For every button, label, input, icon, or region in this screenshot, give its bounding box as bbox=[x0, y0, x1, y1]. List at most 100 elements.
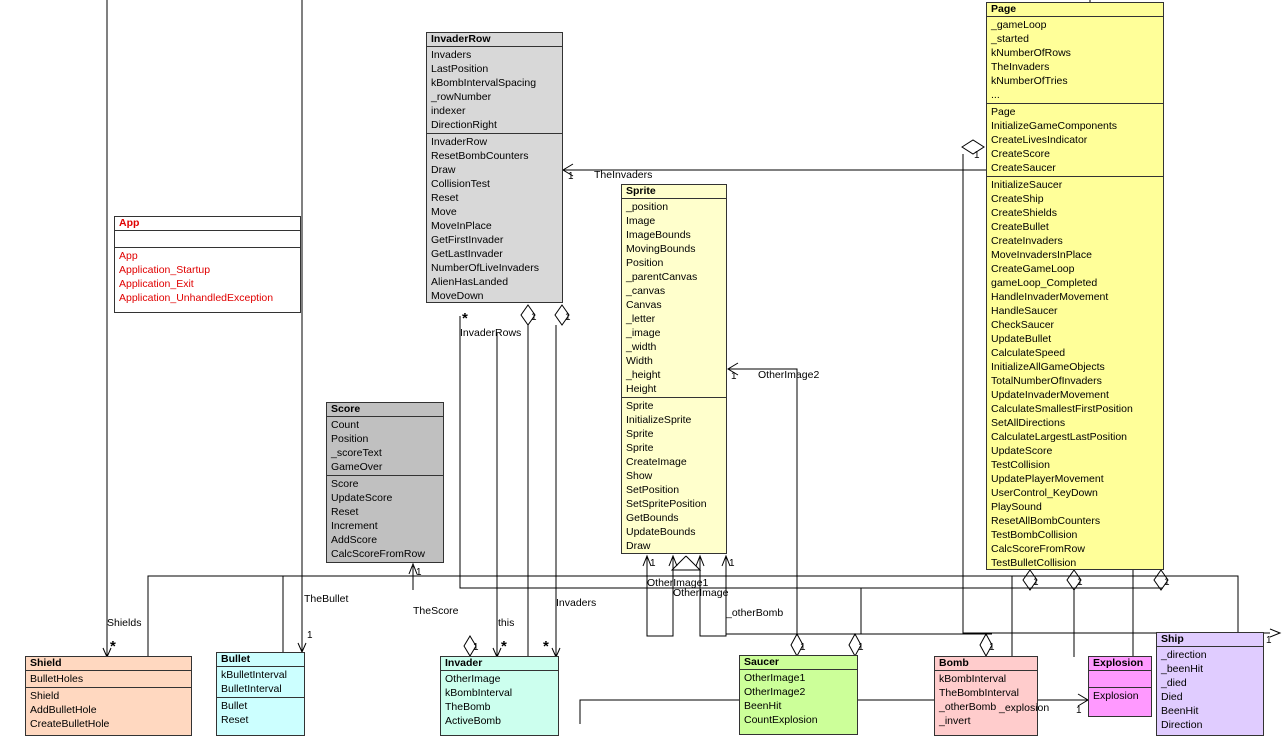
member-item: BeenHit bbox=[1161, 705, 1199, 717]
methods-section: Explosion bbox=[1089, 688, 1151, 704]
member-item: Reset bbox=[331, 506, 359, 518]
class-bomb[interactable]: Bomb kBombInterval TheBombInterval _otherB… bbox=[934, 656, 1038, 736]
member-item: TheBombInterval bbox=[939, 687, 1019, 699]
class-bullet[interactable]: Bullet kBulletInterval BulletInterval Bul… bbox=[216, 652, 305, 736]
member-item: TestBulletCollision bbox=[991, 557, 1077, 569]
class-sprite[interactable]: Sprite _position Image ImageBounds MovingBo… bbox=[621, 184, 727, 554]
member-item: CalcScoreFromRow bbox=[331, 548, 425, 560]
class-shield[interactable]: Shield BulletHoles Shield AddBulletHole Cr… bbox=[25, 656, 192, 736]
member-item: _parentCanvas bbox=[626, 271, 698, 283]
member-item: GameOver bbox=[331, 461, 383, 473]
member-item: CalculateSpeed bbox=[991, 347, 1066, 359]
label-shields: Shields bbox=[107, 617, 142, 629]
member-item: ResetBombCounters bbox=[431, 150, 529, 162]
label-invaderrows: InvaderRows bbox=[460, 327, 522, 339]
member-item: AddBulletHole bbox=[30, 704, 97, 716]
class-ship[interactable]: Ship _direction _beenHit _died Died BeenHit D… bbox=[1156, 632, 1264, 736]
member-item: _beenHit bbox=[1161, 663, 1204, 675]
member-item: TheBomb bbox=[445, 701, 491, 713]
member-item: _height bbox=[626, 369, 661, 381]
mult-saucer-1: 1 bbox=[800, 642, 806, 653]
member-item: kBulletInterval bbox=[221, 669, 287, 681]
class-explosion[interactable]: Explosion Explosion bbox=[1088, 656, 1152, 717]
member-item: UserControl_KeyDown bbox=[991, 487, 1098, 499]
member-item: ResetAllBombCounters bbox=[991, 515, 1101, 527]
class-score[interactable]: Score Count Position _scoreText GameOver Sc… bbox=[326, 402, 444, 563]
class-page[interactable]: Page _gameLoop _started kNumberOfRows TheIn… bbox=[986, 2, 1164, 570]
member-item: ImageBounds bbox=[626, 229, 691, 241]
member-item: CreateScore bbox=[991, 148, 1050, 160]
member-item: kBombIntervalSpacing bbox=[431, 77, 537, 89]
member-item: OtherImage bbox=[445, 673, 501, 685]
member-item: Sprite bbox=[626, 442, 654, 454]
fields-section: Invaders LastPosition kBombIntervalSpacing… bbox=[427, 47, 562, 134]
member-item: CreateShields bbox=[991, 207, 1057, 219]
class-name: Saucer bbox=[740, 656, 857, 670]
member-item: ActiveBomb bbox=[445, 715, 502, 727]
fields-section: _direction _beenHit _died Died BeenHit Direct… bbox=[1157, 647, 1263, 733]
member-item: SetAllDirections bbox=[991, 417, 1066, 429]
member-item: _position bbox=[626, 201, 669, 213]
class-saucer[interactable]: Saucer OtherImage1 OtherImage2 BeenHit Coun… bbox=[739, 655, 858, 735]
mult-invaders-many: * bbox=[543, 638, 549, 655]
member-item: Height bbox=[626, 383, 657, 395]
label-otherbomb: _otherBomb bbox=[726, 607, 784, 619]
member-item: InitializeAllGameObjects bbox=[991, 361, 1105, 373]
mult-page-b2: 1 bbox=[1077, 577, 1083, 588]
member-item: AddScore bbox=[331, 534, 378, 546]
member-item: CreateLivesIndicator bbox=[991, 134, 1088, 146]
member-item: CreateBulletHole bbox=[30, 718, 110, 730]
fields-section: _position Image ImageBounds MovingBounds Pos… bbox=[622, 199, 726, 398]
member-item: LastPosition bbox=[431, 63, 489, 75]
class-name: Sprite bbox=[622, 185, 726, 199]
member-item: CreateSaucer bbox=[991, 162, 1056, 174]
member-item: Reset bbox=[431, 192, 459, 204]
class-invaderrow[interactable]: InvaderRow Invaders LastPosition kBombInte… bbox=[426, 32, 563, 303]
member-item: _letter bbox=[626, 313, 656, 325]
member-item: kNumberOfRows bbox=[991, 47, 1071, 59]
member-item: PlaySound bbox=[991, 501, 1042, 513]
class-name: Shield bbox=[26, 657, 191, 671]
member-item: Explosion bbox=[1093, 690, 1139, 702]
member-item: _direction bbox=[1161, 649, 1207, 661]
member-item: kNumberOfTries bbox=[991, 75, 1068, 87]
class-invader[interactable]: Invader OtherImage kBombInterval TheBomb Ac… bbox=[440, 656, 559, 736]
member-item: NumberOfLiveInvaders bbox=[431, 262, 539, 274]
member-item: Bullet bbox=[221, 700, 248, 712]
fields-section: OtherImage1 OtherImage2 BeenHit CountExplos… bbox=[740, 670, 857, 728]
member-item: Show bbox=[626, 470, 653, 482]
member-item: Draw bbox=[431, 164, 456, 176]
saucer-sprite-line bbox=[728, 368, 798, 634]
member-item: _died bbox=[1161, 677, 1187, 689]
mult-sprite-2: 1 bbox=[729, 558, 735, 569]
member-item: Application_Exit bbox=[119, 278, 194, 290]
label-thebullet: TheBullet bbox=[304, 593, 349, 605]
methods-section: App Application_Startup Application_Exit Ap… bbox=[115, 248, 300, 306]
member-item: InitializeSprite bbox=[626, 414, 692, 426]
mult-sprite-1: 1 bbox=[650, 558, 656, 569]
member-item: _width bbox=[626, 341, 657, 353]
member-item: MoveInvadersInPlace bbox=[991, 249, 1092, 261]
member-item: CalculateSmallestFirstPosition bbox=[991, 403, 1133, 415]
mult-invaderrow-2: 1 bbox=[565, 312, 571, 323]
member-item: _scoreText bbox=[331, 447, 382, 459]
member-item: BulletHoles bbox=[30, 673, 84, 685]
member-item: ... bbox=[991, 89, 1000, 101]
member-item: gameLoop_Completed bbox=[991, 277, 1098, 289]
member-item: AlienHasLanded bbox=[431, 276, 509, 288]
member-item: TestCollision bbox=[991, 459, 1050, 471]
class-name: Bullet bbox=[217, 653, 304, 667]
class-app[interactable]: App App Application_Startup Application_Ex… bbox=[114, 216, 301, 313]
member-item: CheckSaucer bbox=[991, 319, 1055, 331]
class-name: Score bbox=[327, 403, 443, 417]
fields-section bbox=[115, 231, 300, 248]
class-name: Page bbox=[987, 3, 1163, 17]
mult-bomb: 1 bbox=[989, 642, 995, 653]
member-item: indexer bbox=[431, 105, 466, 117]
member-item: HandleSaucer bbox=[991, 305, 1058, 317]
member-item: GetLastInvader bbox=[431, 248, 503, 260]
member-item: kBombInterval bbox=[445, 687, 513, 699]
mult-invader: 1 bbox=[473, 642, 479, 653]
member-item: UpdateBounds bbox=[626, 526, 696, 538]
methods-section: Sprite InitializeSprite Sprite Sprite Create… bbox=[622, 398, 726, 553]
